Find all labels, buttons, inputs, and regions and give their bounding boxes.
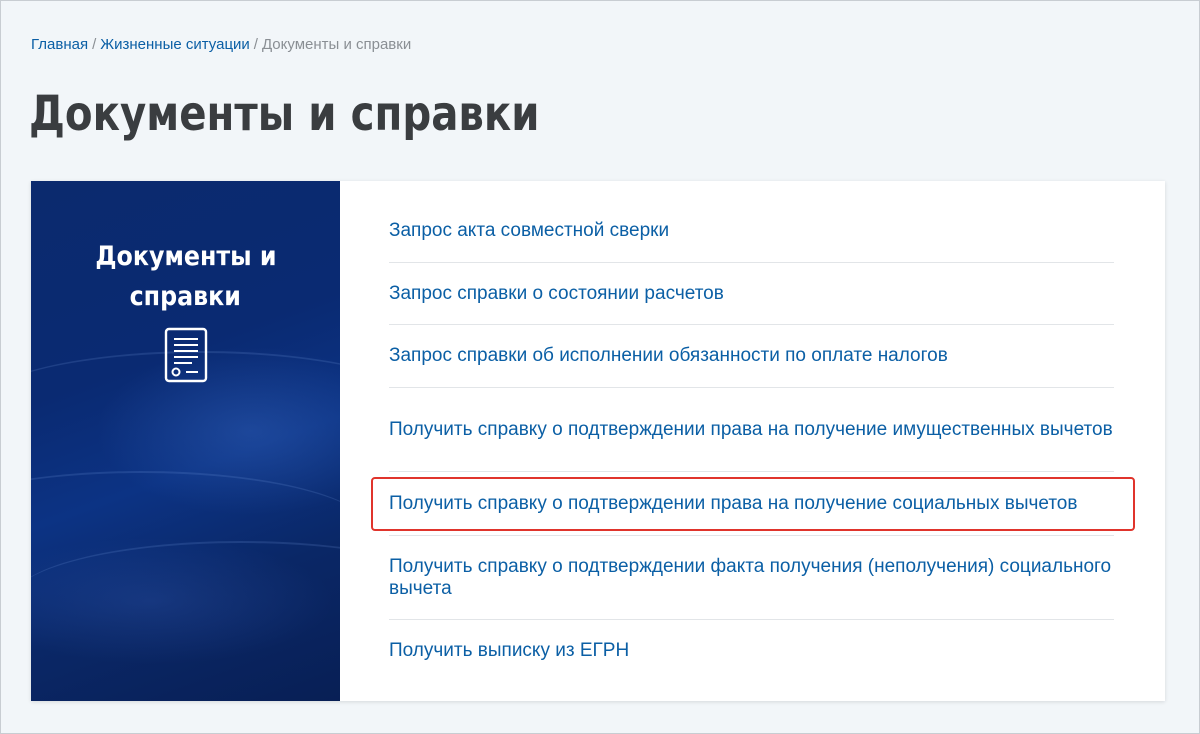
breadcrumb-life-situations-link[interactable]: Жизненные ситуации <box>100 36 250 53</box>
banner-title-line: справки <box>129 281 242 312</box>
service-link[interactable]: Получить справку о подтверждении права н… <box>389 493 1077 515</box>
service-link[interactable]: Запрос справки о состоянии расчетов <box>389 283 724 305</box>
service-link[interactable]: Запрос акта совместной сверки <box>389 220 669 242</box>
category-banner: Документы и справки <box>31 181 340 701</box>
document-icon <box>164 327 208 383</box>
list-item[interactable]: Запрос акта совместной сверки <box>389 181 1114 263</box>
breadcrumb-current: Документы и справки <box>261 36 412 53</box>
services-list: Запрос акта совместной сверки Запрос спр… <box>389 181 1114 682</box>
service-link[interactable]: Получить выписку из ЕГРН <box>389 640 629 662</box>
service-link[interactable]: Получить справку о подтверждении факта п… <box>389 556 1114 600</box>
page-title: Документы и справки <box>29 86 540 142</box>
breadcrumb-separator: / <box>92 36 97 53</box>
service-link[interactable]: Запрос справки об исполнении обязанности… <box>389 345 948 367</box>
breadcrumb-home-link[interactable]: Главная <box>31 36 88 53</box>
banner-wave-decoration <box>31 541 340 661</box>
list-item-highlighted[interactable]: Получить справку о подтверждении права н… <box>389 472 1114 536</box>
list-item[interactable]: Получить выписку из ЕГРН <box>389 620 1114 682</box>
banner-title: Документы и справки <box>31 237 340 317</box>
list-item[interactable]: Запрос справки об исполнении обязанности… <box>389 325 1114 388</box>
breadcrumb-separator: / <box>253 36 258 53</box>
documents-card: Документы и справки Запрос акта совместн… <box>31 181 1165 701</box>
list-item[interactable]: Запрос справки о состоянии расчетов <box>389 263 1114 325</box>
banner-title-line: Документы и <box>94 241 277 272</box>
service-link[interactable]: Получить справку о подтверждении права н… <box>389 419 1113 441</box>
list-item[interactable]: Получить справку о подтверждении факта п… <box>389 536 1114 620</box>
list-item[interactable]: Получить справку о подтверждении права н… <box>389 388 1114 472</box>
breadcrumb: Главная / Жизненные ситуации / Документы и с… <box>31 35 411 55</box>
